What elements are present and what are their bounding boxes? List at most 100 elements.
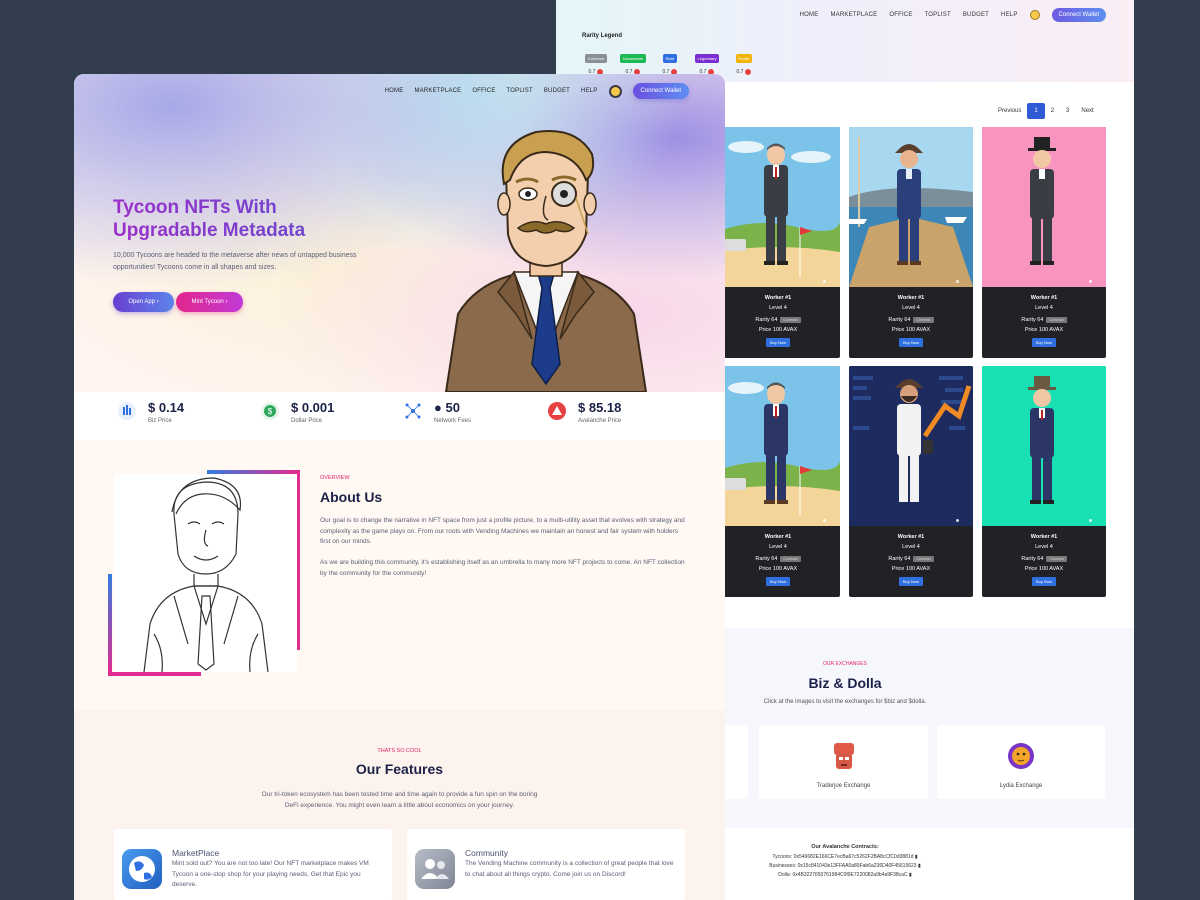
nft-card-image bbox=[716, 366, 840, 526]
nft-card[interactable]: Worker #1 Level 4 Rarity 64 Common Price … bbox=[716, 127, 840, 358]
stat-avalanche-price: $ 85.18 Avalanche Price bbox=[548, 400, 621, 424]
lydia-exchange-card[interactable]: Lydia Exchange bbox=[937, 725, 1105, 799]
buy-now-button[interactable]: Buy Now bbox=[1031, 338, 1056, 347]
nft-card-name: Worker #1 bbox=[1030, 534, 1058, 540]
nav-marketplace[interactable]: MARKETPLACE bbox=[830, 12, 877, 18]
stat-label: Biz Price bbox=[148, 418, 172, 424]
nft-card-price: Price 100 AVAX bbox=[891, 327, 931, 333]
nft-card-price: Price 100 AVAX bbox=[758, 327, 798, 333]
hero-title: Tycoon NFTs With Upgradable Metadata bbox=[113, 196, 373, 242]
nav-budget[interactable]: BUDGET bbox=[963, 12, 989, 18]
pagination-previous[interactable]: Previous bbox=[992, 103, 1027, 119]
pagination-page-2[interactable]: 2 bbox=[1045, 103, 1060, 119]
open-app-button[interactable]: Open App › bbox=[113, 292, 174, 312]
rarity-badge: Legendary bbox=[694, 54, 720, 63]
contract-address[interactable]: Tycoons: 0x549682E166CE7ecBa67c5262F2BA8… bbox=[772, 854, 913, 860]
rarity-item: Uncommon 0.7 bbox=[619, 47, 647, 75]
nft-card-grid: Worker #1 Level 4 Rarity 64 Common Price … bbox=[716, 127, 1106, 597]
sketch-illustration bbox=[114, 474, 297, 673]
chevron-right-icon: › bbox=[225, 299, 228, 305]
features-overline: THATS SO COOL bbox=[377, 748, 422, 754]
lydia-exchange-label: Lydia Exchange bbox=[999, 783, 1043, 789]
rarity-badge: Uncommon bbox=[619, 54, 647, 63]
pagination-page-3[interactable]: 3 bbox=[1060, 103, 1075, 119]
feature-title: MarketPlace bbox=[172, 848, 220, 858]
stat-value: $ 0.001 bbox=[291, 400, 335, 415]
nft-card[interactable]: Worker #1 Level 4 Rarity 64 Common Price … bbox=[849, 127, 973, 358]
buy-now-button[interactable]: Buy Now bbox=[765, 338, 790, 347]
tycoon-character-illustration bbox=[444, 130, 648, 392]
biz-icon bbox=[118, 402, 136, 420]
nav-toplist[interactable]: TOPLIST bbox=[507, 88, 533, 94]
rarity-item: Legendary 0.7 bbox=[693, 47, 721, 75]
nav-budget[interactable]: BUDGET bbox=[544, 88, 570, 94]
nav-help[interactable]: HELP bbox=[1001, 12, 1017, 18]
traderjoe-exchange-label: Traderjoe Exchange bbox=[816, 783, 871, 789]
nft-card-rarity: Rarity 64 bbox=[1021, 317, 1044, 323]
nav-help[interactable]: HELP bbox=[581, 88, 597, 94]
feature-card-marketplace[interactable]: MarketPlace Mint sold out? You are not t… bbox=[114, 829, 392, 900]
open-app-label: Open App bbox=[128, 299, 156, 305]
traderjoe-exchange-card[interactable]: Traderjoe Exchange bbox=[759, 725, 928, 799]
copy-icon[interactable]: ▮ bbox=[915, 854, 918, 860]
rarity-item: Exotic 0.7 bbox=[730, 47, 758, 75]
copy-icon[interactable]: ▮ bbox=[909, 872, 912, 878]
nft-card[interactable]: Worker #1 Level 4 Rarity 64 Common Price … bbox=[982, 366, 1106, 597]
dollar-icon: $ bbox=[261, 402, 279, 420]
feature-title: Community bbox=[465, 848, 508, 858]
buy-now-button[interactable]: Buy Now bbox=[898, 577, 923, 586]
pagination-page-1[interactable]: 1 bbox=[1027, 103, 1045, 119]
nav-home[interactable]: HOME bbox=[800, 12, 819, 18]
front-navbar: HOME MARKETPLACE OFFICE TOPLIST BUDGET H… bbox=[385, 83, 689, 99]
rarity-badge: Rare bbox=[662, 54, 678, 63]
nft-card-image bbox=[982, 127, 1106, 287]
nft-card-rarity: Rarity 64 bbox=[1021, 556, 1044, 562]
rarity-tag: Common bbox=[780, 317, 801, 323]
nft-card-image bbox=[982, 366, 1106, 526]
pagination-next[interactable]: Next bbox=[1075, 103, 1099, 119]
lydia-lion-icon bbox=[1008, 743, 1034, 769]
network-icon bbox=[404, 402, 422, 420]
rarity-legend-title: Rarity Legend bbox=[582, 33, 623, 39]
buy-now-button[interactable]: Buy Now bbox=[765, 577, 790, 586]
about-overline: OVERVIEW bbox=[320, 475, 350, 481]
nft-card-price: Price 100 AVAX bbox=[1024, 327, 1064, 333]
about-title: About Us bbox=[320, 489, 383, 505]
connect-wallet-button[interactable]: Connect Wallet bbox=[1051, 8, 1106, 22]
stat-label: Network Fees bbox=[434, 418, 472, 424]
nft-card-rarity: Rarity 64 bbox=[755, 317, 778, 323]
connect-wallet-button[interactable]: Connect Wallet bbox=[632, 83, 689, 99]
token-stats-bar: $ 0.14 Biz Price $ $ 0.001 Dollar Price ● … bbox=[74, 392, 725, 440]
nav-marketplace[interactable]: MARKETPLACE bbox=[414, 88, 461, 94]
feature-card-community[interactable]: Community The Vending Machine community … bbox=[407, 829, 685, 900]
features-title: Our Features bbox=[355, 761, 444, 777]
nft-card-level: Level 4 bbox=[902, 544, 920, 550]
nav-office[interactable]: OFFICE bbox=[889, 12, 912, 18]
stat-value: ● 50 bbox=[434, 400, 460, 415]
nft-card[interactable]: Worker #1 Level 4 Rarity 64 Common Price … bbox=[849, 366, 973, 597]
carousel-dot bbox=[1089, 280, 1092, 283]
contract-address[interactable]: Dolla: 0x4B3227650761984C0f9E7220082a9b4… bbox=[778, 872, 907, 878]
pagination: Previous 1 2 3 Next bbox=[992, 103, 1100, 119]
nft-card[interactable]: Worker #1 Level 4 Rarity 64 Common Price … bbox=[982, 127, 1106, 358]
contract-address[interactable]: Businesses: 0x15c841043e13FFAA0a89Fab6a2… bbox=[769, 863, 916, 869]
nav-office[interactable]: OFFICE bbox=[472, 88, 495, 94]
traderjoe-logo-icon bbox=[834, 743, 854, 769]
nav-home[interactable]: HOME bbox=[385, 88, 404, 94]
buy-now-button[interactable]: Buy Now bbox=[1031, 577, 1056, 586]
nft-card-level: Level 4 bbox=[902, 305, 920, 311]
buy-now-button[interactable]: Buy Now bbox=[898, 338, 923, 347]
features-description: Our tri-token ecosystem has been tested … bbox=[261, 791, 538, 809]
landing-window: HOME MARKETPLACE OFFICE TOPLIST BUDGET H… bbox=[74, 74, 725, 900]
mint-tycoon-button[interactable]: Mint Tycoon › bbox=[176, 292, 243, 312]
nft-card-name: Worker #1 bbox=[1030, 295, 1058, 301]
nft-card-image bbox=[849, 127, 973, 287]
copy-icon[interactable]: ▮ bbox=[918, 863, 921, 869]
rarity-tag: Common bbox=[1046, 317, 1067, 323]
nav-toplist[interactable]: TOPLIST bbox=[925, 12, 951, 18]
about-section: OVERVIEW About Us Our goal is to change … bbox=[74, 440, 725, 710]
nft-card[interactable]: Worker #1 Level 4 Rarity 64 Common Price … bbox=[716, 366, 840, 597]
theme-toggle-icon[interactable] bbox=[608, 84, 622, 98]
theme-toggle-icon[interactable] bbox=[1029, 10, 1040, 20]
about-paragraph-2: As we are building this community, it's … bbox=[320, 559, 685, 577]
